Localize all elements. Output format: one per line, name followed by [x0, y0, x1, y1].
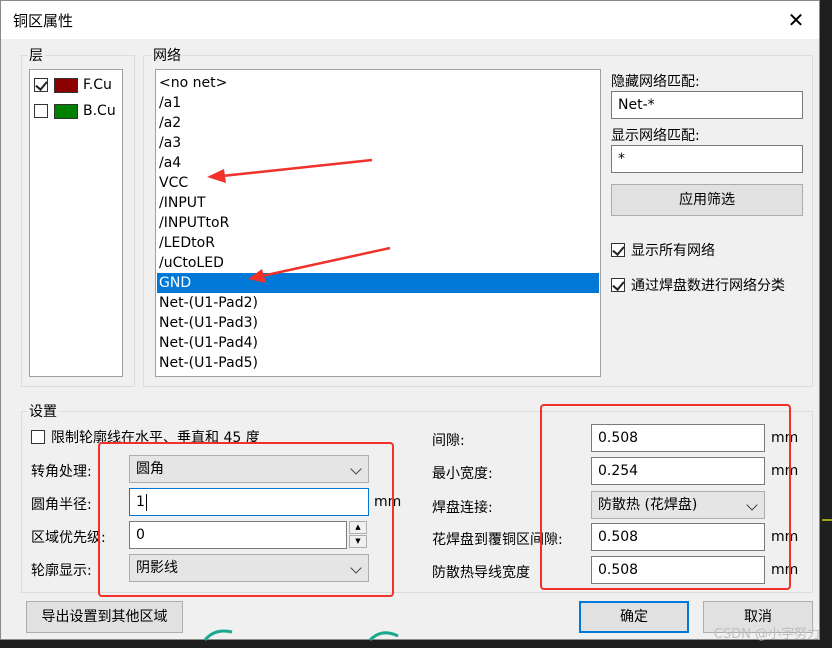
layer-bcu-checkbox[interactable] — [34, 104, 48, 118]
layer-item-fcu[interactable]: F.Cu — [34, 74, 112, 96]
spoke-width-label: 防散热导线宽度 — [432, 565, 530, 581]
layer-fcu-label: F.Cu — [83, 77, 112, 93]
net-item-selected[interactable]: GND — [157, 273, 599, 293]
min-width-label: 最小宽度: — [432, 466, 493, 482]
net-item[interactable]: /INPUT — [157, 193, 599, 213]
net-item[interactable]: /uCtoLED — [157, 253, 599, 273]
clearance-label: 间隙: — [432, 433, 465, 449]
show-filter-input[interactable]: * — [611, 145, 803, 173]
radius-label: 圆角半径: — [31, 497, 92, 513]
sort-by-pads-option[interactable]: 通过焊盘数进行网络分类 — [611, 275, 785, 295]
annotation-box-left — [98, 442, 394, 597]
net-item[interactable]: <no net> — [157, 73, 599, 93]
title-bar: 铜区属性 ✕ — [1, 1, 819, 39]
net-item[interactable]: /a2 — [157, 113, 599, 133]
export-settings-button[interactable]: 导出设置到其他区域 — [26, 601, 183, 633]
copper-zone-properties-dialog: 铜区属性 ✕ 层 F.Cu B.Cu 网络 <no net> /a1 /a2 /… — [0, 0, 820, 640]
hide-filter-label: 隐藏网络匹配: — [611, 74, 700, 90]
layers-legend: 层 — [27, 45, 45, 65]
settings-legend: 设置 — [27, 401, 59, 421]
net-item[interactable]: Net-(U1-Pad3) — [157, 313, 599, 333]
priority-label: 区域优先级: — [31, 530, 106, 546]
net-item[interactable]: /a1 — [157, 93, 599, 113]
net-item[interactable]: /INPUTtoR — [157, 213, 599, 233]
dialog-title: 铜区属性 — [13, 12, 74, 30]
watermark: CSDN @小宇努力 — [713, 627, 820, 642]
layer-bcu-label: B.Cu — [83, 103, 116, 119]
show-filter-label: 显示网络匹配: — [611, 128, 700, 144]
net-item[interactable]: /a4 — [157, 153, 599, 173]
layer-fcu-checkbox[interactable] — [34, 78, 48, 92]
net-item[interactable]: Net-(U1-Pad2) — [157, 293, 599, 313]
net-item[interactable]: Net-(U1-Pad4) — [157, 333, 599, 353]
ok-button[interactable]: 确定 — [579, 601, 689, 633]
nets-legend: 网络 — [151, 45, 183, 65]
show-all-nets-option[interactable]: 显示所有网络 — [611, 240, 715, 260]
net-item[interactable]: Net-(U1-Pad5) — [157, 353, 599, 373]
outline-label: 轮廓显示: — [31, 563, 92, 579]
apply-filter-button[interactable]: 应用筛选 — [611, 184, 803, 216]
net-item[interactable]: /a3 — [157, 133, 599, 153]
hide-filter-input[interactable]: Net-* — [611, 91, 803, 119]
layer-item-bcu[interactable]: B.Cu — [34, 100, 116, 122]
pad-connection-label: 焊盘连接: — [432, 500, 493, 516]
corner-label: 转角处理: — [31, 464, 92, 480]
net-list[interactable]: <no net> /a1 /a2 /a3 /a4 VCC /INPUT /INP… — [155, 69, 601, 377]
annotation-box-right — [540, 404, 791, 590]
layer-fcu-color-swatch — [54, 77, 78, 93]
close-icon[interactable]: ✕ — [781, 5, 811, 35]
sort-by-pads-checkbox[interactable] — [611, 278, 625, 292]
constrain-outline-checkbox[interactable] — [31, 430, 45, 444]
net-item[interactable]: VCC — [157, 173, 599, 193]
net-item[interactable]: /LEDtoR — [157, 233, 599, 253]
layer-bcu-color-swatch — [54, 103, 78, 119]
sort-by-pads-label: 通过焊盘数进行网络分类 — [631, 278, 785, 294]
show-all-nets-label: 显示所有网络 — [631, 243, 715, 259]
layers-list: F.Cu B.Cu — [29, 69, 123, 377]
show-all-nets-checkbox[interactable] — [611, 243, 625, 257]
